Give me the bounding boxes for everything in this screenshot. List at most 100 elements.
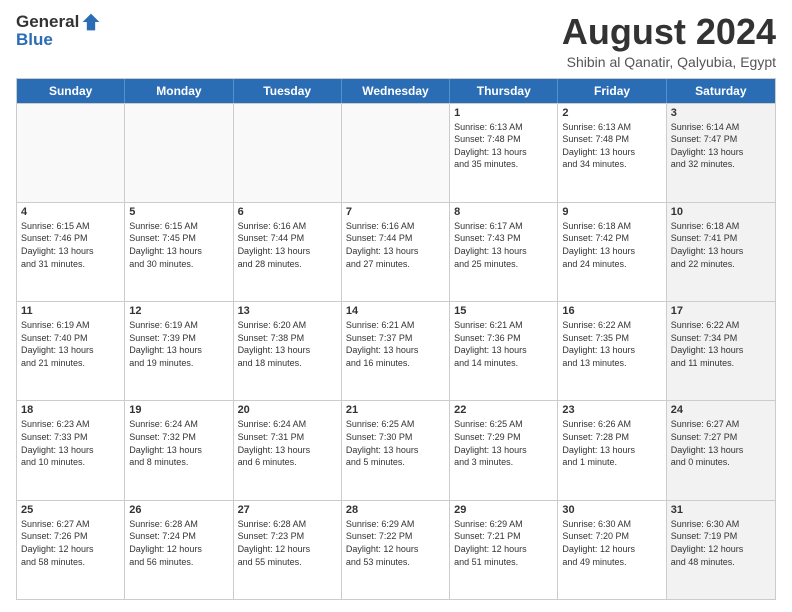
calendar-day-3: 3 Sunrise: 6:14 AM Sunset: 7:47 PM Daylig… — [667, 104, 775, 202]
calendar-day-12: 12 Sunrise: 6:19 AM Sunset: 7:39 PM Dayli… — [125, 302, 233, 400]
day-number: 14 — [346, 305, 445, 317]
day-number: 19 — [129, 404, 228, 416]
title-block: August 2024 Shibin al Qanatir, Qalyubia,… — [562, 12, 776, 70]
calendar-empty-cell — [125, 104, 233, 202]
day-number: 27 — [238, 504, 337, 516]
day-info: Sunrise: 6:15 AM Sunset: 7:46 PM Dayligh… — [21, 220, 120, 270]
calendar-day-22: 22 Sunrise: 6:25 AM Sunset: 7:29 PM Dayli… — [450, 401, 558, 499]
day-number: 30 — [562, 504, 661, 516]
calendar-day-5: 5Sunrise: 6:15 AM Sunset: 7:45 PM Daylig… — [125, 203, 233, 301]
day-number: 5 — [129, 206, 228, 218]
calendar-day-19: 19 Sunrise: 6:24 AM Sunset: 7:32 PM Dayli… — [125, 401, 233, 499]
day-info: Sunrise: 6:19 AM Sunset: 7:40 PM Dayligh… — [21, 319, 120, 369]
calendar-day-15: 15 Sunrise: 6:21 AM Sunset: 7:36 PM Dayli… — [450, 302, 558, 400]
day-info: Sunrise: 6:18 AM Sunset: 7:41 PM Dayligh… — [671, 220, 771, 270]
day-number: 8 — [454, 206, 553, 218]
calendar-day-13: 13 Sunrise: 6:20 AM Sunset: 7:38 PM Dayli… — [234, 302, 342, 400]
day-number: 3 — [671, 107, 771, 119]
day-number: 18 — [21, 404, 120, 416]
day-number: 25 — [21, 504, 120, 516]
day-number: 20 — [238, 404, 337, 416]
day-info: Sunrise: 6:24 AM Sunset: 7:31 PM Dayligh… — [238, 418, 337, 468]
header: General Blue August 2024 Shibin al Qanat… — [16, 12, 776, 70]
day-info: Sunrise: 6:21 AM Sunset: 7:36 PM Dayligh… — [454, 319, 553, 369]
calendar-day-4: 4 Sunrise: 6:15 AM Sunset: 7:46 PM Daylig… — [17, 203, 125, 301]
calendar-day-7: 7Sunrise: 6:16 AM Sunset: 7:44 PM Daylig… — [342, 203, 450, 301]
day-info: Sunrise: 6:13 AM Sunset: 7:48 PM Dayligh… — [562, 121, 661, 171]
day-info: Sunrise: 6:21 AM Sunset: 7:37 PM Dayligh… — [346, 319, 445, 369]
calendar-row-4: 18Sunrise: 6:23 AM Sunset: 7:33 PM Dayli… — [17, 400, 775, 499]
weekday-header-friday: Friday — [558, 79, 666, 103]
calendar-row-2: 4 Sunrise: 6:15 AM Sunset: 7:46 PM Daylig… — [17, 202, 775, 301]
day-info: Sunrise: 6:28 AM Sunset: 7:23 PM Dayligh… — [238, 518, 337, 568]
logo-icon — [81, 12, 101, 32]
day-number: 24 — [671, 404, 771, 416]
day-info: Sunrise: 6:27 AM Sunset: 7:27 PM Dayligh… — [671, 418, 771, 468]
day-number: 16 — [562, 305, 661, 317]
calendar-day-18: 18Sunrise: 6:23 AM Sunset: 7:33 PM Dayli… — [17, 401, 125, 499]
day-info: Sunrise: 6:17 AM Sunset: 7:43 PM Dayligh… — [454, 220, 553, 270]
weekday-header-sunday: Sunday — [17, 79, 125, 103]
weekday-header-monday: Monday — [125, 79, 233, 103]
day-info: Sunrise: 6:18 AM Sunset: 7:42 PM Dayligh… — [562, 220, 661, 270]
day-info: Sunrise: 6:14 AM Sunset: 7:47 PM Dayligh… — [671, 121, 771, 171]
calendar-day-21: 21Sunrise: 6:25 AM Sunset: 7:30 PM Dayli… — [342, 401, 450, 499]
day-info: Sunrise: 6:22 AM Sunset: 7:35 PM Dayligh… — [562, 319, 661, 369]
day-number: 4 — [21, 206, 120, 218]
day-number: 13 — [238, 305, 337, 317]
calendar-day-26: 26 Sunrise: 6:28 AM Sunset: 7:24 PM Dayli… — [125, 501, 233, 599]
day-info: Sunrise: 6:28 AM Sunset: 7:24 PM Dayligh… — [129, 518, 228, 568]
calendar-empty-cell — [234, 104, 342, 202]
day-info: Sunrise: 6:29 AM Sunset: 7:22 PM Dayligh… — [346, 518, 445, 568]
logo: General Blue — [16, 12, 101, 50]
day-info: Sunrise: 6:30 AM Sunset: 7:20 PM Dayligh… — [562, 518, 661, 568]
calendar-day-24: 24 Sunrise: 6:27 AM Sunset: 7:27 PM Dayli… — [667, 401, 775, 499]
logo-blue: Blue — [16, 30, 53, 50]
calendar-row-3: 11Sunrise: 6:19 AM Sunset: 7:40 PM Dayli… — [17, 301, 775, 400]
day-number: 26 — [129, 504, 228, 516]
weekday-header-thursday: Thursday — [450, 79, 558, 103]
calendar-row-5: 25 Sunrise: 6:27 AM Sunset: 7:26 PM Dayli… — [17, 500, 775, 599]
logo-general: General — [16, 12, 79, 32]
day-number: 1 — [454, 107, 553, 119]
day-info: Sunrise: 6:25 AM Sunset: 7:29 PM Dayligh… — [454, 418, 553, 468]
calendar-day-6: 6Sunrise: 6:16 AM Sunset: 7:44 PM Daylig… — [234, 203, 342, 301]
day-info: Sunrise: 6:16 AM Sunset: 7:44 PM Dayligh… — [238, 220, 337, 270]
day-info: Sunrise: 6:27 AM Sunset: 7:26 PM Dayligh… — [21, 518, 120, 568]
day-number: 10 — [671, 206, 771, 218]
day-number: 2 — [562, 107, 661, 119]
day-number: 22 — [454, 404, 553, 416]
weekday-header-wednesday: Wednesday — [342, 79, 450, 103]
day-info: Sunrise: 6:24 AM Sunset: 7:32 PM Dayligh… — [129, 418, 228, 468]
calendar-day-23: 23Sunrise: 6:26 AM Sunset: 7:28 PM Dayli… — [558, 401, 666, 499]
calendar-day-28: 28 Sunrise: 6:29 AM Sunset: 7:22 PM Dayli… — [342, 501, 450, 599]
calendar-day-14: 14 Sunrise: 6:21 AM Sunset: 7:37 PM Dayli… — [342, 302, 450, 400]
calendar-day-27: 27 Sunrise: 6:28 AM Sunset: 7:23 PM Dayli… — [234, 501, 342, 599]
calendar-day-9: 9Sunrise: 6:18 AM Sunset: 7:42 PM Daylig… — [558, 203, 666, 301]
subtitle: Shibin al Qanatir, Qalyubia, Egypt — [562, 54, 776, 70]
calendar-day-11: 11Sunrise: 6:19 AM Sunset: 7:40 PM Dayli… — [17, 302, 125, 400]
calendar-day-17: 17 Sunrise: 6:22 AM Sunset: 7:34 PM Dayli… — [667, 302, 775, 400]
day-number: 28 — [346, 504, 445, 516]
day-number: 17 — [671, 305, 771, 317]
calendar: SundayMondayTuesdayWednesdayThursdayFrid… — [16, 78, 776, 600]
day-number: 12 — [129, 305, 228, 317]
day-number: 23 — [562, 404, 661, 416]
weekday-header-saturday: Saturday — [667, 79, 775, 103]
day-number: 15 — [454, 305, 553, 317]
calendar-day-2: 2 Sunrise: 6:13 AM Sunset: 7:48 PM Daylig… — [558, 104, 666, 202]
calendar-day-31: 31Sunrise: 6:30 AM Sunset: 7:19 PM Dayli… — [667, 501, 775, 599]
calendar-row-1: 1 Sunrise: 6:13 AM Sunset: 7:48 PM Daylig… — [17, 103, 775, 202]
month-title: August 2024 — [562, 12, 776, 52]
calendar-day-16: 16 Sunrise: 6:22 AM Sunset: 7:35 PM Dayli… — [558, 302, 666, 400]
day-info: Sunrise: 6:19 AM Sunset: 7:39 PM Dayligh… — [129, 319, 228, 369]
calendar-day-30: 30 Sunrise: 6:30 AM Sunset: 7:20 PM Dayli… — [558, 501, 666, 599]
day-info: Sunrise: 6:16 AM Sunset: 7:44 PM Dayligh… — [346, 220, 445, 270]
day-info: Sunrise: 6:29 AM Sunset: 7:21 PM Dayligh… — [454, 518, 553, 568]
calendar-empty-cell — [17, 104, 125, 202]
calendar-day-29: 29Sunrise: 6:29 AM Sunset: 7:21 PM Dayli… — [450, 501, 558, 599]
calendar-empty-cell — [342, 104, 450, 202]
day-number: 21 — [346, 404, 445, 416]
day-info: Sunrise: 6:22 AM Sunset: 7:34 PM Dayligh… — [671, 319, 771, 369]
day-info: Sunrise: 6:20 AM Sunset: 7:38 PM Dayligh… — [238, 319, 337, 369]
